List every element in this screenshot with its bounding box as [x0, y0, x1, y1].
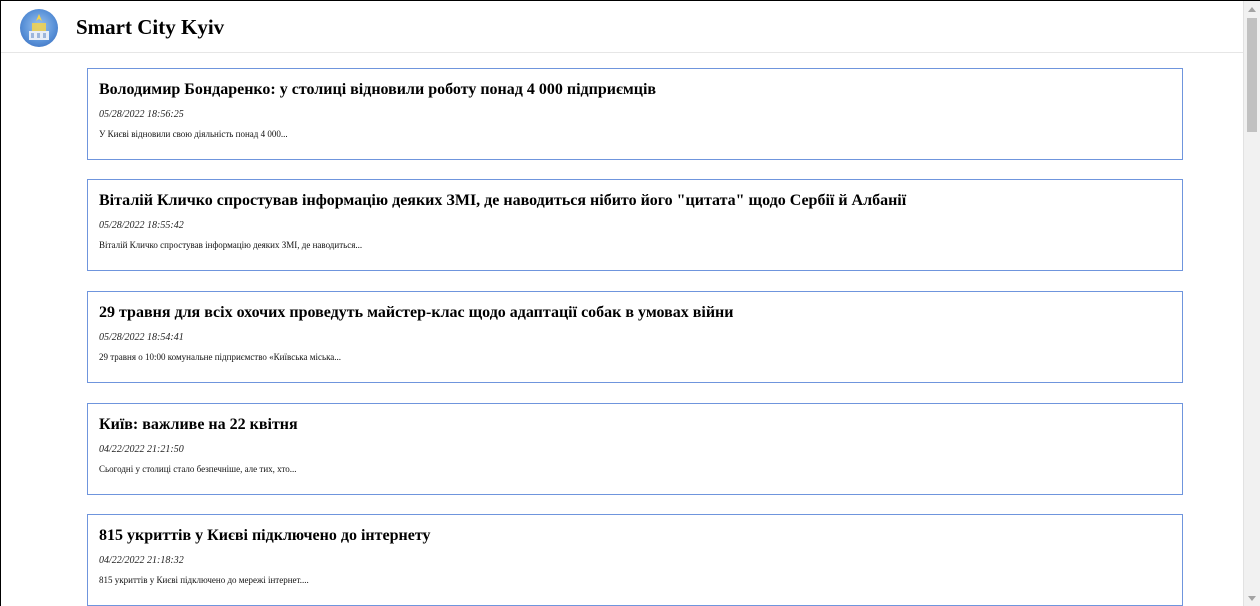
news-excerpt: У Києві відновили свою діяльність понад …	[99, 129, 288, 139]
news-card[interactable]: Київ: важливе на 22 квітня 04/22/2022 21…	[87, 403, 1183, 495]
app-header: Smart City Kyiv	[1, 1, 1244, 53]
news-date: 05/28/2022 18:56:25	[99, 109, 184, 120]
city-logo-icon[interactable]	[20, 9, 58, 47]
news-date: 05/28/2022 18:55:42	[99, 220, 184, 231]
news-list: Володимир Бондаренко: у столиці відновил…	[1, 54, 1244, 606]
news-card[interactable]: 815 укриттів у Києві підключено до інтер…	[87, 514, 1183, 606]
app-window: Smart City Kyiv Володимир Бондаренко: у …	[0, 0, 1260, 606]
news-excerpt: 29 травня о 10:00 комунальне підприємств…	[99, 352, 342, 362]
news-date: 04/22/2022 21:21:50	[99, 444, 184, 455]
news-card[interactable]: 29 травня для всіх охочих проведуть майс…	[87, 291, 1183, 383]
news-title[interactable]: 29 травня для всіх охочих проведуть майс…	[99, 303, 1171, 323]
kyiv-coat-of-arms-icon	[29, 14, 49, 40]
scroll-down-arrow-icon[interactable]	[1248, 596, 1256, 601]
news-date: 04/22/2022 21:18:32	[99, 555, 184, 566]
news-card[interactable]: Володимир Бондаренко: у столиці відновил…	[87, 68, 1183, 160]
news-title[interactable]: Віталій Кличко спростував інформацію дея…	[99, 191, 1171, 211]
app-title[interactable]: Smart City Kyiv	[76, 14, 224, 40]
scrollbar-thumb[interactable]	[1247, 18, 1257, 132]
news-excerpt: Сьогодні у столиці стало безпечніше, але…	[99, 464, 297, 474]
news-excerpt: Віталій Кличко спростував інформацію дея…	[99, 240, 363, 250]
news-title[interactable]: Київ: важливе на 22 квітня	[99, 415, 1171, 435]
scroll-up-arrow-icon[interactable]	[1248, 7, 1256, 12]
vertical-scrollbar[interactable]	[1243, 1, 1260, 606]
news-excerpt: 815 укриттів у Києві підключено до мереж…	[99, 575, 309, 585]
news-title[interactable]: Володимир Бондаренко: у столиці відновил…	[99, 80, 1171, 100]
news-card[interactable]: Віталій Кличко спростував інформацію дея…	[87, 179, 1183, 271]
news-date: 05/28/2022 18:54:41	[99, 332, 184, 343]
news-title[interactable]: 815 укриттів у Києві підключено до інтер…	[99, 526, 1171, 546]
